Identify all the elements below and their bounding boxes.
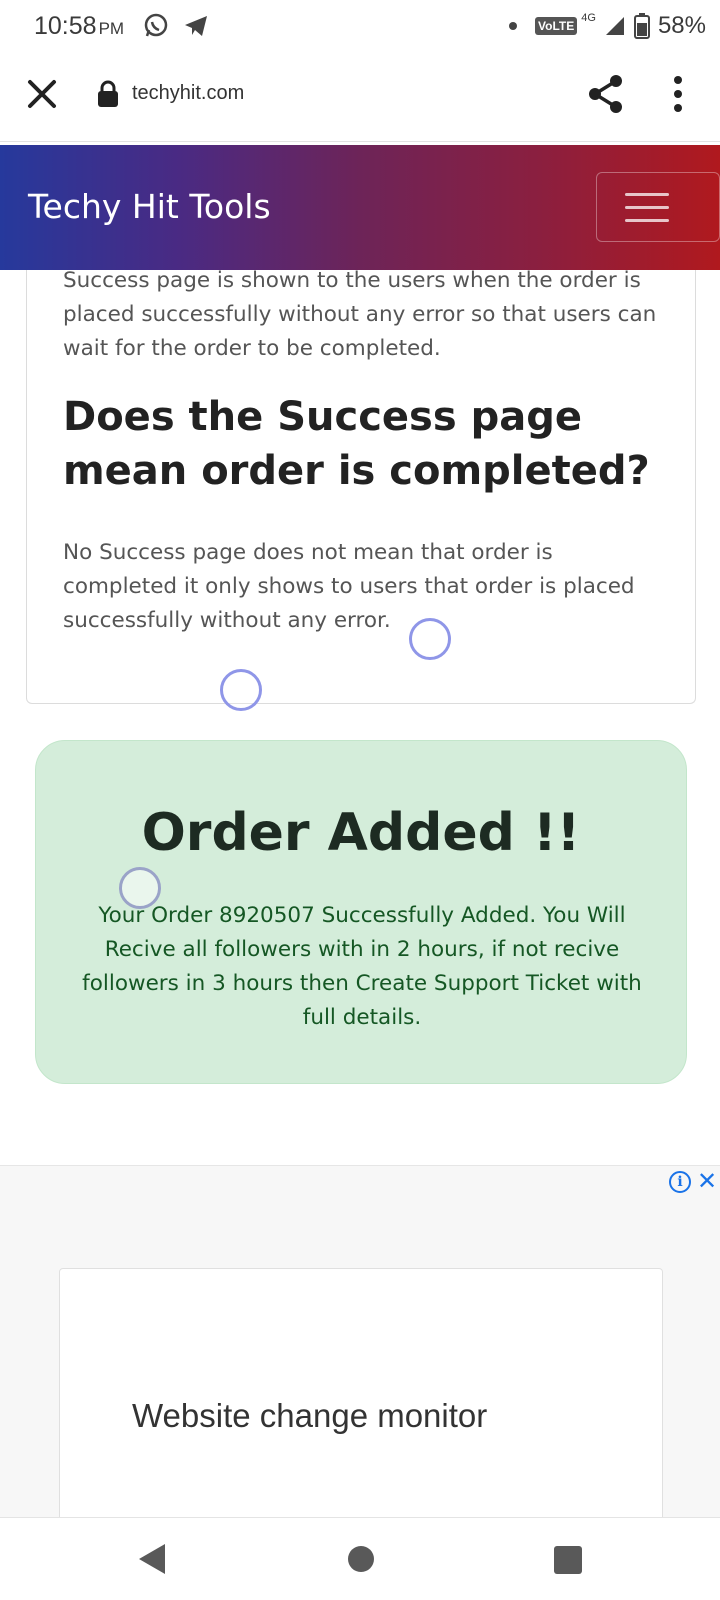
order-success-alert: Order Added !! Your Order 8920507 Succes… <box>35 740 687 1084</box>
hamburger-line <box>625 206 669 209</box>
article-paragraph: Success page is shown to the users when … <box>63 268 657 361</box>
system-navigation-bar <box>0 1517 720 1600</box>
alert-message: Your Order 8920507 Successfully Added. Y… <box>82 903 642 1030</box>
network-type: 4G <box>581 12 596 24</box>
touch-indicator <box>220 669 262 711</box>
status-time-ampm: PM <box>98 19 125 38</box>
home-icon[interactable] <box>348 1546 374 1572</box>
ad-close-icon[interactable]: ✕ <box>696 1168 718 1194</box>
ad-title[interactable]: Website change monitor <box>132 1397 487 1435</box>
site-title[interactable]: Techy Hit Tools <box>28 187 271 226</box>
alert-title: Order Added !! <box>141 803 581 863</box>
status-indicators: VoLTE 4G 58% <box>509 12 706 40</box>
back-icon[interactable] <box>137 1542 167 1576</box>
touch-indicator <box>409 618 451 660</box>
article-card: Success page is shown to the users when … <box>26 250 696 704</box>
volte-badge: VoLTE <box>535 17 578 35</box>
site-header: Techy Hit Tools <box>0 145 720 270</box>
url-text[interactable]: techyhit.com <box>132 82 244 105</box>
share-icon[interactable] <box>584 72 628 116</box>
status-time: 10:58 PM <box>34 12 124 41</box>
hamburger-line <box>625 193 669 196</box>
touch-indicator <box>119 867 161 909</box>
status-time-value: 10:58 <box>34 12 97 40</box>
browser-toolbar: techyhit.com <box>0 52 720 142</box>
ad-card[interactable]: Website change monitor <box>59 1268 663 1528</box>
close-tab-button[interactable] <box>22 74 62 114</box>
ad-info-icon[interactable]: i <box>669 1171 691 1193</box>
hamburger-line <box>625 219 669 222</box>
battery-percentage: 58% <box>657 12 706 39</box>
battery-icon <box>633 13 650 39</box>
ad-banner[interactable]: i ✕ Website change monitor <box>0 1165 720 1528</box>
article-paragraph: No Success page does not mean that order… <box>63 540 635 633</box>
more-options-icon[interactable] <box>658 72 698 116</box>
notification-dot-icon <box>509 22 518 30</box>
lock-icon <box>98 80 118 107</box>
whatsapp-icon <box>144 13 168 37</box>
status-bar: 10:58 PM VoLTE 4G 58% <box>0 0 720 52</box>
signal-icon <box>605 17 624 35</box>
recents-icon[interactable] <box>554 1546 582 1574</box>
hamburger-menu-button[interactable] <box>596 172 720 242</box>
telegram-icon <box>185 16 207 36</box>
article-heading: Does the Success page mean order is comp… <box>63 394 650 494</box>
